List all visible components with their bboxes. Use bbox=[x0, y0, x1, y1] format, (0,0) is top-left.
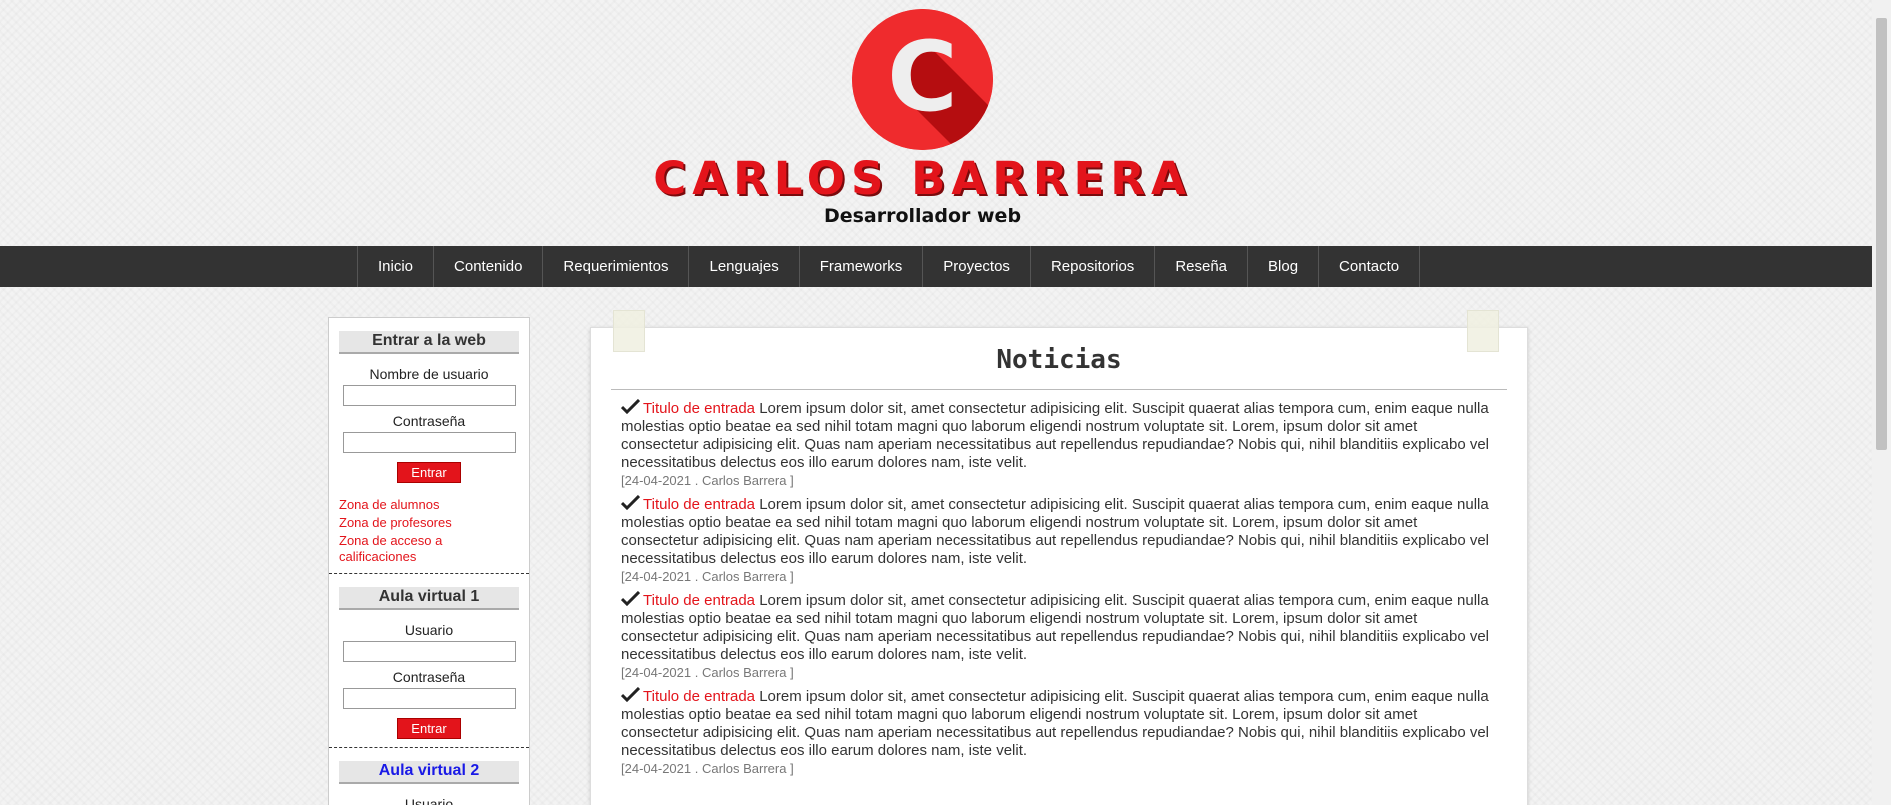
nav-item-contacto[interactable]: Contacto bbox=[1319, 246, 1421, 287]
news-panel: Noticias Titulo de entrada Lorem ipsum d… bbox=[590, 310, 1528, 805]
scrollbar-thumb[interactable] bbox=[1876, 18, 1887, 450]
aula1-password-input[interactable] bbox=[342, 688, 516, 709]
logo-icon[interactable]: C bbox=[852, 9, 993, 150]
username-input[interactable] bbox=[342, 385, 516, 406]
nav-item-blog[interactable]: Blog bbox=[1248, 246, 1320, 287]
password-label: Contraseña bbox=[392, 413, 466, 429]
checkmark-icon bbox=[621, 399, 640, 414]
nav-item-resena[interactable]: Reseña bbox=[1155, 246, 1249, 287]
nav-item-lenguajes[interactable]: Lenguajes bbox=[689, 246, 800, 287]
aula1-password-label: Contraseña bbox=[392, 669, 466, 685]
news-item: Titulo de entrada Lorem ipsum dolor sit,… bbox=[621, 591, 1491, 680]
page-scrollbar[interactable] bbox=[1872, 0, 1891, 805]
link-zona-calificaciones[interactable]: Zona de acceso a calificaciones bbox=[339, 533, 519, 565]
nav-item-frameworks[interactable]: Frameworks bbox=[800, 246, 924, 287]
site-header: C CARLOS BARRERA Desarrollador web bbox=[0, 0, 1872, 246]
news-item: Titulo de entrada Lorem ipsum dolor sit,… bbox=[621, 399, 1491, 488]
news-meta: [24-04-2021 . Carlos Barrera ] bbox=[621, 761, 794, 776]
main-nav: Inicio Contenido Requerimientos Lenguaje… bbox=[0, 246, 1872, 287]
brand-name: CARLOS BARRERA bbox=[653, 152, 1192, 205]
login-button[interactable]: Entrar bbox=[397, 462, 461, 483]
news-meta: [24-04-2021 . Carlos Barrera ] bbox=[621, 665, 794, 680]
login-title: Entrar a la web bbox=[339, 331, 519, 354]
password-input[interactable] bbox=[342, 432, 516, 453]
brand-subtitle: Desarrollador web bbox=[823, 205, 1022, 227]
aula2-title[interactable]: Aula virtual 2 bbox=[339, 761, 519, 784]
link-zona-alumnos[interactable]: Zona de alumnos bbox=[339, 497, 519, 513]
login-links: Zona de alumnos Zona de profesores Zona … bbox=[339, 497, 519, 565]
news-title-link[interactable]: Titulo de entrada bbox=[643, 688, 755, 705]
news-title-link[interactable]: Titulo de entrada bbox=[643, 400, 755, 417]
nav-item-requerimientos[interactable]: Requerimientos bbox=[543, 246, 690, 287]
news-title-link[interactable]: Titulo de entrada bbox=[643, 592, 755, 609]
login-block: Entrar a la web Nombre de usuario Contra… bbox=[329, 318, 529, 574]
page-title: Noticias bbox=[996, 345, 1122, 375]
news-title-link[interactable]: Titulo de entrada bbox=[643, 496, 755, 513]
checkmark-icon bbox=[621, 591, 640, 606]
news-meta: [24-04-2021 . Carlos Barrera ] bbox=[621, 473, 794, 488]
nav-item-contenido[interactable]: Contenido bbox=[434, 246, 544, 287]
link-zona-profesores[interactable]: Zona de profesores bbox=[339, 515, 519, 531]
aula1-username-input[interactable] bbox=[342, 641, 516, 662]
news-item: Titulo de entrada Lorem ipsum dolor sit,… bbox=[621, 495, 1491, 584]
sidebar: Entrar a la web Nombre de usuario Contra… bbox=[328, 317, 530, 805]
aula1-title: Aula virtual 1 bbox=[339, 587, 519, 610]
nav-item-repositorios[interactable]: Repositorios bbox=[1031, 246, 1156, 287]
checkmark-icon bbox=[621, 687, 640, 702]
username-label: Nombre de usuario bbox=[369, 366, 489, 382]
checkmark-icon bbox=[621, 495, 640, 510]
aula2-block: Aula virtual 2 Usuario bbox=[329, 748, 529, 805]
news-list: Titulo de entrada Lorem ipsum dolor sit,… bbox=[621, 399, 1491, 783]
news-item: Titulo de entrada Lorem ipsum dolor sit,… bbox=[621, 687, 1491, 776]
nav-item-proyectos[interactable]: Proyectos bbox=[923, 246, 1031, 287]
aula2-username-label: Usuario bbox=[404, 796, 454, 805]
nav-list: Inicio Contenido Requerimientos Lenguaje… bbox=[357, 246, 1421, 287]
aula1-block: Aula virtual 1 Usuario Contraseña Entrar bbox=[329, 574, 529, 748]
title-divider bbox=[611, 389, 1507, 390]
nav-item-inicio[interactable]: Inicio bbox=[358, 246, 435, 287]
aula1-username-label: Usuario bbox=[404, 622, 454, 638]
logo-letter: C bbox=[887, 21, 957, 133]
aula1-login-button[interactable]: Entrar bbox=[397, 718, 461, 739]
news-meta: [24-04-2021 . Carlos Barrera ] bbox=[621, 569, 794, 584]
